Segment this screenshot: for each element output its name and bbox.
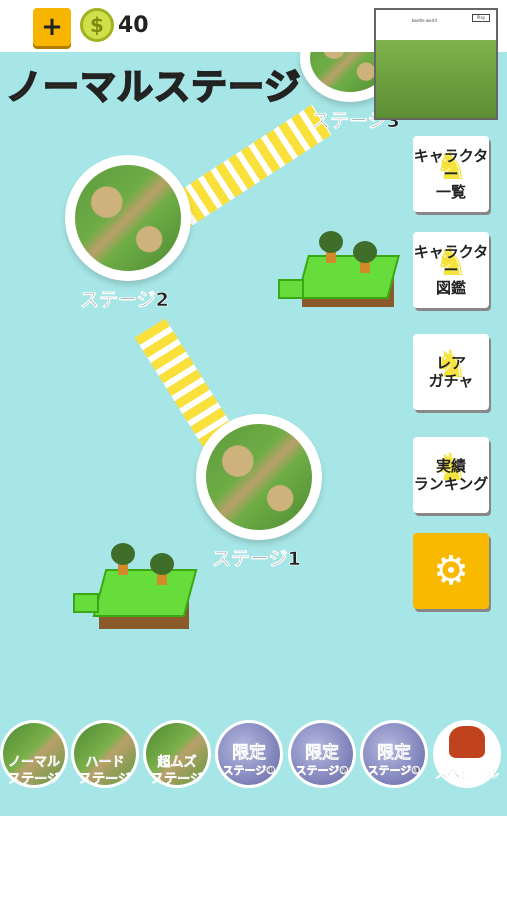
tree-icon — [111, 543, 135, 565]
island-right — [278, 231, 400, 327]
character-list-button[interactable]: ♞ キャラクター 一覧 — [413, 136, 489, 212]
mode-selector: ノーマル ステージ ハード ステージ 超ムズ ステージ 限定 ステージ① 限定 ステ… — [0, 720, 507, 806]
bottom-ad-area — [0, 816, 507, 900]
stage-2-terrain — [75, 165, 181, 271]
tree-icon — [353, 241, 377, 263]
rare-gacha-button[interactable]: ♞ レア ガチャ — [413, 334, 489, 410]
mode-special-button[interactable]: スペシャル — [433, 720, 501, 788]
mode-limited-3-button[interactable]: 限定 ステージ③ — [360, 720, 428, 788]
achievements-ranking-button[interactable]: ♞ 実績 ランキング — [413, 437, 489, 513]
coin-count: 40 — [118, 13, 149, 38]
mode-hard-button[interactable]: ハード ステージ — [71, 720, 139, 788]
stage-2-node[interactable] — [65, 155, 191, 281]
ad-banner-preview — [376, 40, 496, 118]
mode-normal-button[interactable]: ノーマル ステージ — [0, 720, 68, 788]
character-list-label: キャラクター 一覧 — [413, 147, 489, 201]
gear-icon: ⚙ — [433, 548, 469, 594]
mode-label: 限定 ステージ③ — [367, 743, 421, 778]
settings-button[interactable]: ⚙ — [413, 533, 489, 609]
character-encyclopedia-label: キャラクター 図鑑 — [413, 243, 489, 297]
page-title: ノーマルステージ — [5, 66, 302, 109]
achievements-ranking-label: 実績 ランキング — [413, 457, 489, 493]
stage-1-node[interactable] — [196, 414, 322, 540]
add-coins-button[interactable]: + — [33, 8, 71, 46]
ad-banner-button[interactable]: Play — [472, 14, 490, 22]
rare-gacha-label: レア ガチャ — [428, 354, 474, 390]
mode-limited-1-button[interactable]: 限定 ステージ① — [215, 720, 283, 788]
mode-super-hard-button[interactable]: 超ムズ ステージ — [143, 720, 211, 788]
ad-banner-title: beetle world — [412, 18, 437, 23]
character-encyclopedia-button[interactable]: ♞ キャラクター 図鑑 — [413, 232, 489, 308]
mode-label: 限定 ステージ① — [222, 743, 276, 778]
stage-2-label: ステージ2 — [80, 289, 169, 312]
tree-icon — [150, 553, 174, 575]
tree-icon — [319, 231, 343, 253]
stage-1-label: ステージ1 — [212, 548, 301, 571]
island-left — [73, 543, 198, 637]
ad-banner[interactable]: beetle world Play — [374, 8, 498, 120]
special-character-icon — [449, 726, 485, 758]
mode-limited-2-button[interactable]: 限定 ステージ② — [288, 720, 356, 788]
coin-icon: $ — [80, 8, 114, 42]
stage-1-terrain — [206, 424, 312, 530]
mode-label: スペシャル — [434, 767, 500, 783]
ad-banner-header: beetle world Play — [376, 10, 496, 40]
